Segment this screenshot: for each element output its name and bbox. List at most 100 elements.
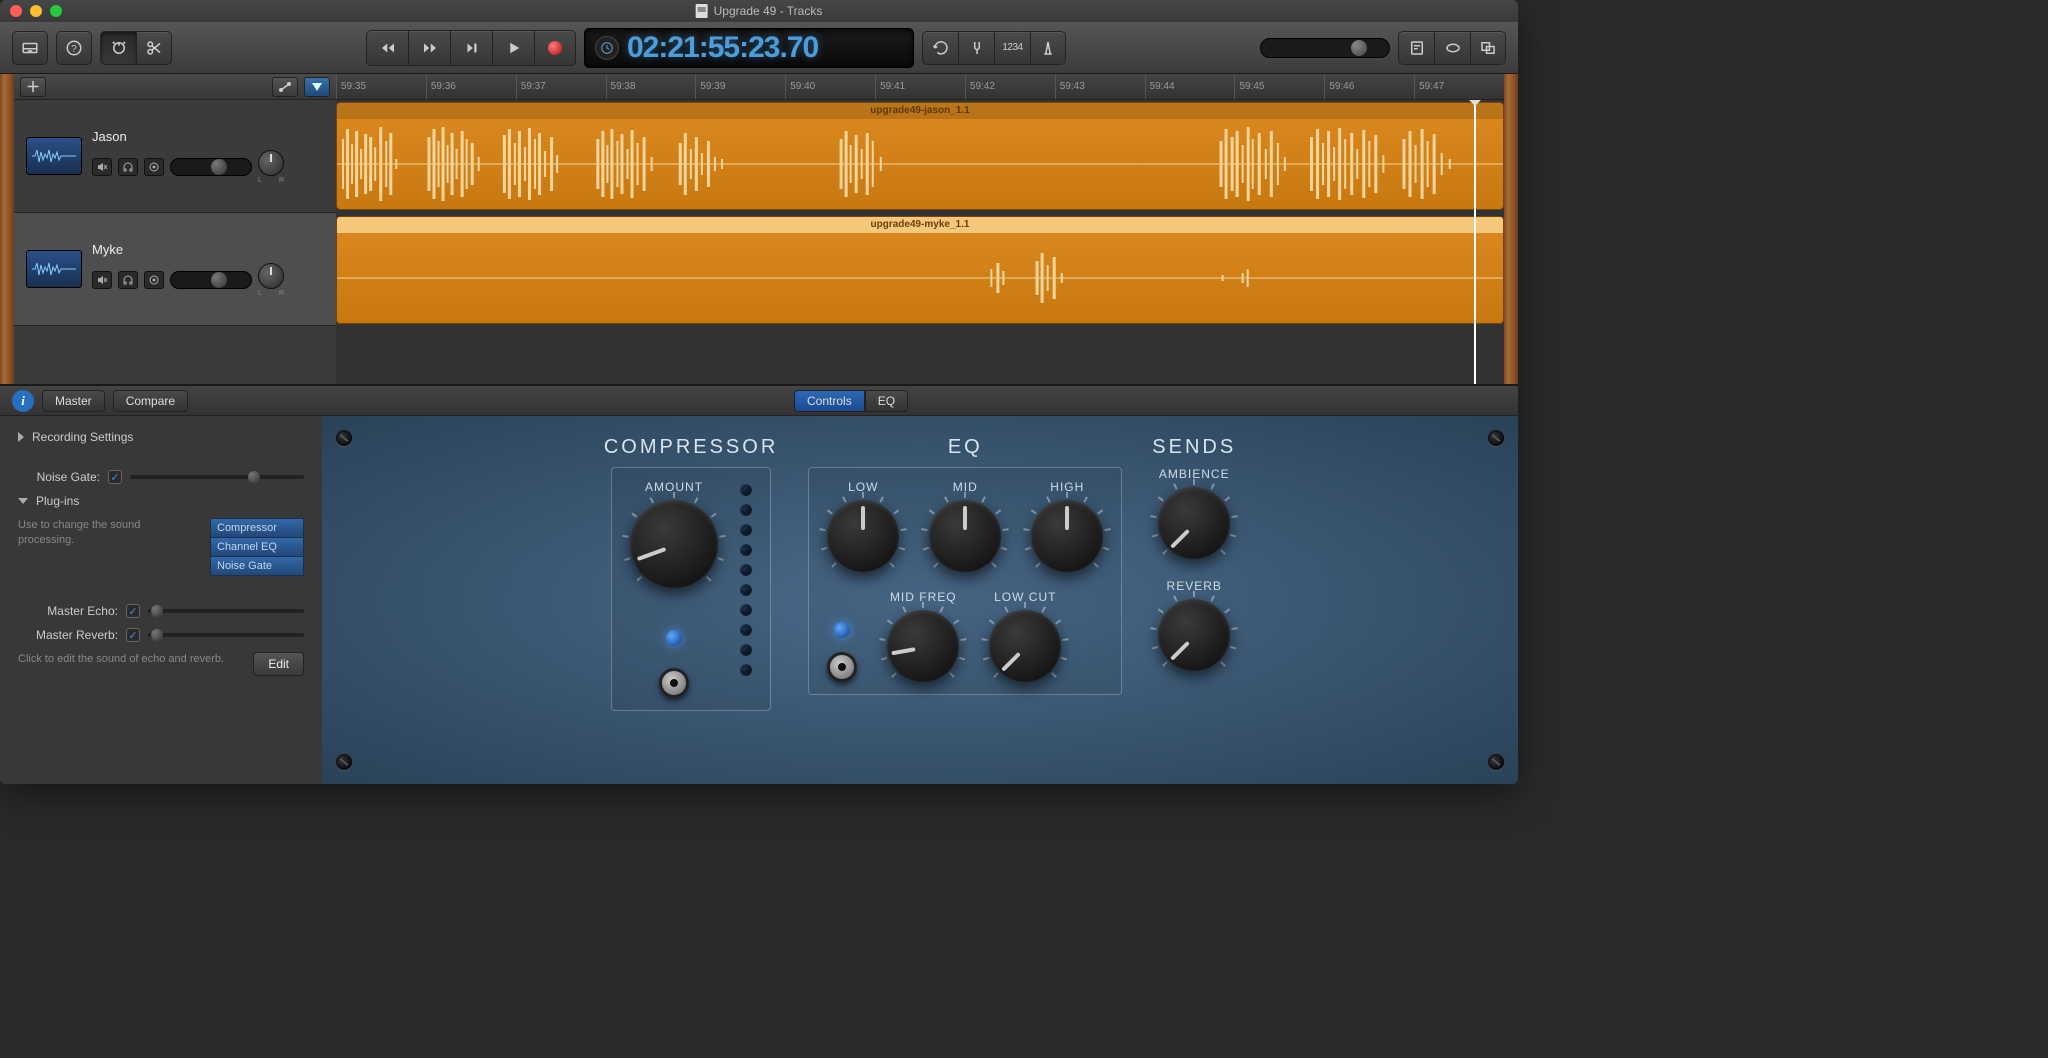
- timeline[interactable]: 59:3559:3659:3759:3859:3959:4059:4159:42…: [336, 74, 1504, 384]
- track-name: Jason: [92, 129, 324, 144]
- recording-settings-disclosure[interactable]: Recording Settings: [18, 430, 304, 444]
- region-myke[interactable]: upgrade49-myke_1.1: [336, 216, 1504, 324]
- track-volume-slider[interactable]: [170, 271, 252, 289]
- notepad-button[interactable]: [1398, 31, 1434, 65]
- plugin-channel-eq[interactable]: Channel EQ: [211, 538, 303, 557]
- master-echo-slider[interactable]: [148, 609, 304, 613]
- add-track-button[interactable]: ＋: [20, 77, 46, 97]
- tuner-button[interactable]: [958, 31, 994, 65]
- dial-icon: [110, 39, 128, 57]
- zoom-window-button[interactable]: [50, 5, 62, 17]
- ruler-tick: 59:41: [875, 74, 965, 99]
- input-icon: [148, 274, 160, 286]
- solo-button[interactable]: [118, 271, 138, 289]
- compare-button[interactable]: Compare: [113, 390, 188, 412]
- track-header-myke[interactable]: Myke LR: [14, 213, 336, 326]
- compressor-title: COMPRESSOR: [604, 436, 778, 459]
- track-pan-knob[interactable]: [258, 263, 284, 289]
- count-in-button[interactable]: 1234: [994, 31, 1030, 65]
- ruler-tick: 59:46: [1324, 74, 1414, 99]
- metronome-button[interactable]: [1030, 31, 1066, 65]
- reverb-knob[interactable]: [1158, 599, 1230, 671]
- ruler-tick: 59:40: [785, 74, 875, 99]
- play-icon: [505, 39, 523, 57]
- plugins-disclosure[interactable]: Plug-ins: [18, 494, 304, 508]
- editors-button[interactable]: [136, 31, 172, 65]
- cycle-button[interactable]: [922, 31, 958, 65]
- toolbar-view-group: [100, 31, 172, 65]
- tab-eq[interactable]: EQ: [865, 390, 908, 412]
- region-label: upgrade49-myke_1.1: [337, 217, 1503, 233]
- headphones-icon: [122, 161, 134, 173]
- master-reverb-label: Master Reverb:: [18, 628, 118, 642]
- loops-button[interactable]: [1434, 31, 1470, 65]
- tab-controls[interactable]: Controls: [794, 390, 865, 412]
- plugin-compressor[interactable]: Compressor: [211, 519, 303, 538]
- clock-icon: [600, 41, 614, 55]
- eq-title: EQ: [948, 436, 983, 459]
- svg-text:?: ?: [71, 43, 77, 54]
- master-button[interactable]: Master: [42, 390, 105, 412]
- minimize-window-button[interactable]: [30, 5, 42, 17]
- effects-rack: COMPRESSOR AMOUNT .knob-body::after{tran…: [322, 416, 1518, 784]
- ruler-tick: 59:45: [1234, 74, 1324, 99]
- library-button[interactable]: [12, 31, 48, 65]
- mute-button[interactable]: [92, 158, 112, 176]
- master-echo-checkbox[interactable]: ✓: [126, 604, 140, 618]
- lcd-display[interactable]: 02:21:55:23.70: [584, 28, 914, 68]
- ruler-tick: 59:35: [336, 74, 426, 99]
- panel-tabbar: i Master Compare Controls EQ: [0, 386, 1518, 416]
- mute-button[interactable]: [92, 271, 112, 289]
- catch-playhead-button[interactable]: [304, 77, 330, 97]
- track-volume-slider[interactable]: [170, 158, 252, 176]
- media-browser-button[interactable]: [1470, 31, 1506, 65]
- plugin-noise-gate[interactable]: Noise Gate: [211, 557, 303, 575]
- noise-gate-label: Noise Gate:: [18, 470, 100, 484]
- screw-icon: [1488, 430, 1504, 446]
- noise-gate-checkbox[interactable]: ✓: [108, 470, 122, 484]
- close-window-button[interactable]: [10, 5, 22, 17]
- record-button[interactable]: [534, 30, 576, 66]
- ruler-tick: 59:47: [1414, 74, 1504, 99]
- record-icon: [548, 41, 562, 55]
- ruler-tick: 59:38: [606, 74, 696, 99]
- loop-icon: [1444, 39, 1462, 57]
- go-to-end-button[interactable]: [450, 30, 492, 66]
- waveform-icon: [32, 260, 76, 278]
- rewind-button[interactable]: [366, 30, 408, 66]
- regions-area[interactable]: upgrade49-jason_1.1: [336, 100, 1504, 384]
- automation-view-button[interactable]: [272, 77, 298, 97]
- compressor-amount-knob[interactable]: .knob-body::after{transform:translateX(-…: [630, 500, 718, 588]
- master-reverb-slider[interactable]: [148, 633, 304, 637]
- wood-trim-left: [0, 74, 14, 384]
- smart-controls-button[interactable]: [100, 31, 136, 65]
- master-volume-slider[interactable]: [1260, 38, 1390, 58]
- edit-button[interactable]: Edit: [253, 652, 304, 676]
- plugins-label: Plug-ins: [36, 494, 79, 508]
- play-button[interactable]: [492, 30, 534, 66]
- eq-jack: [827, 652, 857, 682]
- inspector-toggle-button[interactable]: i: [12, 390, 34, 412]
- eq-low-knob[interactable]: [827, 500, 899, 572]
- master-reverb-checkbox[interactable]: ✓: [126, 628, 140, 642]
- eq-high-knob[interactable]: [1031, 500, 1103, 572]
- eq-mid-knob[interactable]: [929, 500, 1001, 572]
- track-icon: [26, 250, 82, 288]
- ambience-knob[interactable]: [1158, 487, 1230, 559]
- lcd-mode-button[interactable]: [595, 36, 619, 60]
- time-ruler[interactable]: 59:3559:3659:3759:3859:3959:4059:4159:42…: [336, 74, 1504, 100]
- quick-help-button[interactable]: ?: [56, 31, 92, 65]
- lcd-time[interactable]: 02:21:55:23.70: [627, 31, 818, 65]
- track-header-jason[interactable]: Jason LR: [14, 100, 336, 213]
- track-pan-knob[interactable]: [258, 150, 284, 176]
- solo-button[interactable]: [118, 158, 138, 176]
- tracks-area: ＋ Jason: [0, 74, 1518, 384]
- region-jason[interactable]: upgrade49-jason_1.1: [336, 102, 1504, 210]
- ruler-tick: 59:44: [1145, 74, 1235, 99]
- eq-midfreq-knob[interactable]: [887, 610, 959, 682]
- noise-gate-slider[interactable]: [130, 475, 304, 479]
- input-monitor-button[interactable]: [144, 271, 164, 289]
- input-monitor-button[interactable]: [144, 158, 164, 176]
- forward-button[interactable]: [408, 30, 450, 66]
- eq-lowcut-knob[interactable]: [989, 610, 1061, 682]
